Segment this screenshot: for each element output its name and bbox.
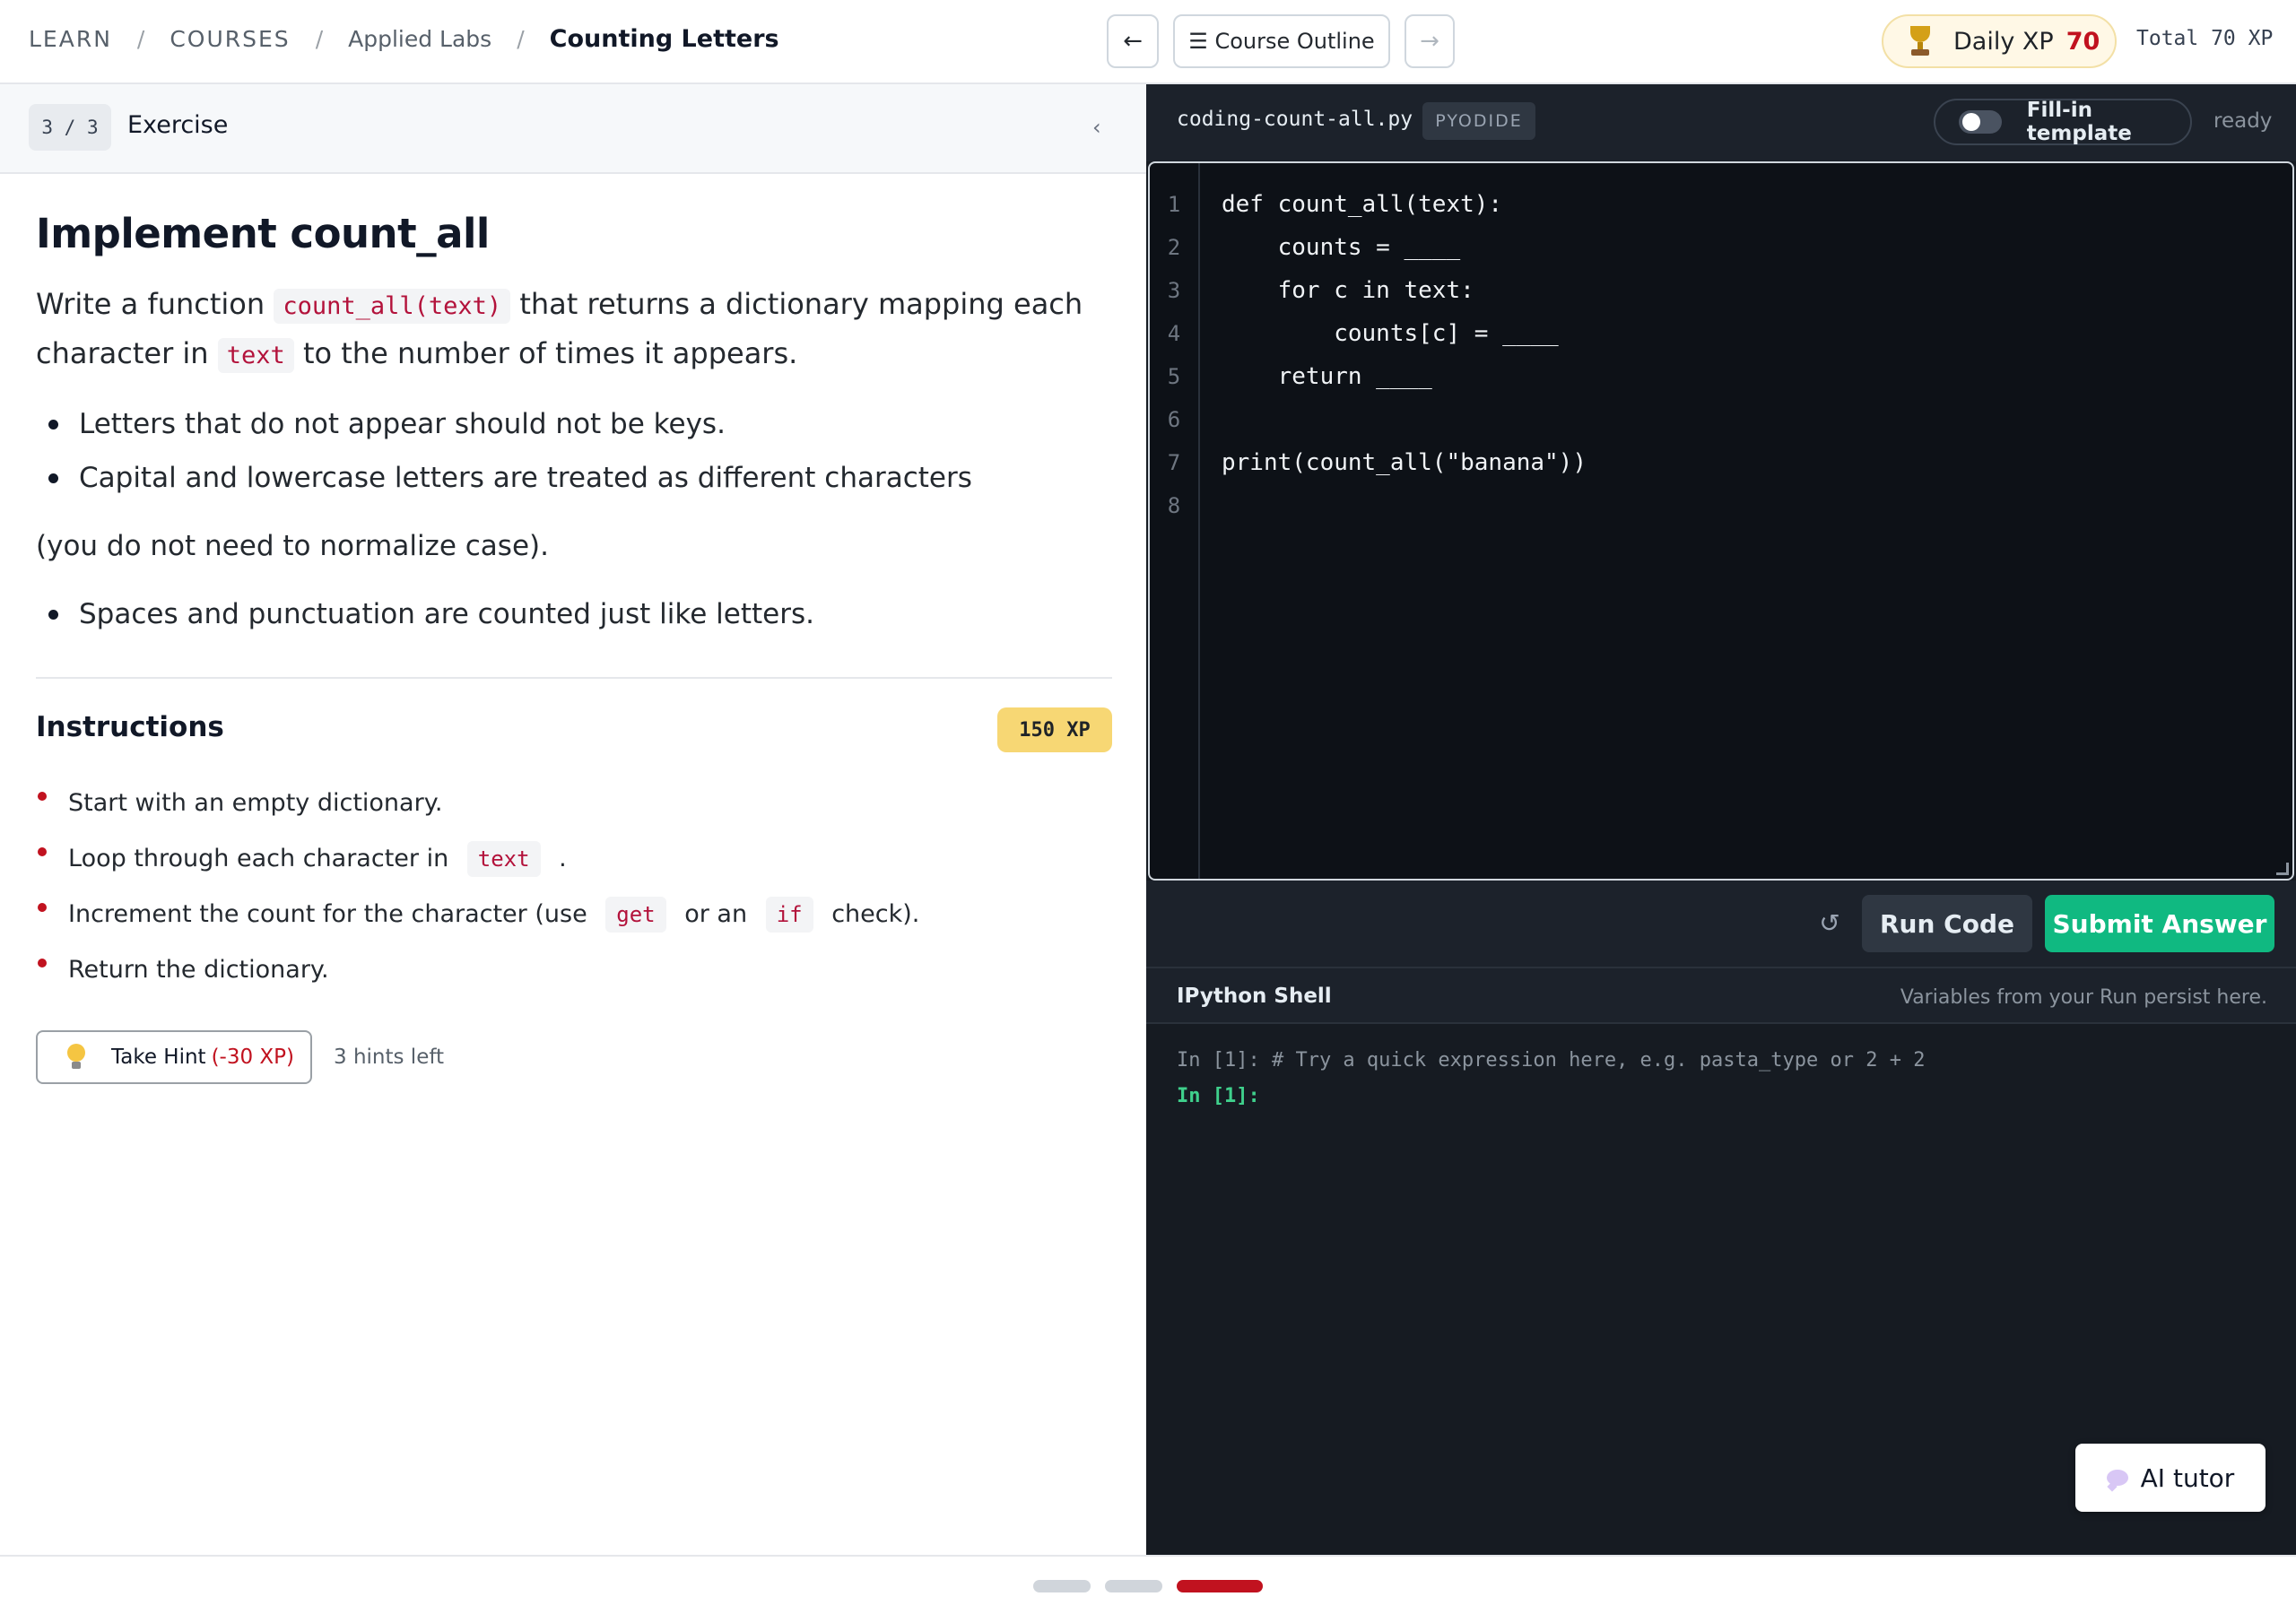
arrow-right-icon: → [1420, 28, 1439, 55]
ai-tutor-button[interactable]: AI tutor [2075, 1444, 2266, 1512]
progress-footer [0, 1555, 2296, 1614]
toggle-label: Fill-in template [2026, 99, 2132, 145]
breadcrumb: LEARN / COURSES / Applied Labs / Countin… [29, 25, 779, 53]
editor-filename[interactable]: coding-count-all.py [1177, 108, 1413, 131]
hints-left: 3 hints left [334, 1046, 445, 1069]
daily-xp-pill: Daily XP 70 [1882, 14, 2117, 68]
paragraph: (you do not need to normalize case). [36, 530, 549, 562]
code-line[interactable]: return ____ [1222, 355, 1587, 398]
exercise-title: Implement count_all [36, 210, 490, 257]
previous-exercise-button[interactable]: ← [1107, 14, 1159, 68]
requirements-list: Letters that do not appear should not be… [36, 397, 1112, 505]
line-number: 2 [1167, 235, 1181, 260]
resize-handle-icon[interactable] [2276, 863, 2289, 875]
requirements-list: Spaces and punctuation are counted just … [36, 587, 1112, 641]
breadcrumb-learn[interactable]: LEARN [29, 26, 112, 52]
inline-code: text [466, 841, 541, 877]
instruction-step: Start with an empty dictionary. [36, 776, 1112, 831]
hint-row: Take Hint (-30 XP) 3 hints left [36, 1030, 1112, 1084]
toggle-switch[interactable] [1959, 110, 2002, 134]
inline-code: get [605, 897, 666, 933]
course-outline-button[interactable]: ☰ Course Outline [1173, 14, 1390, 68]
total-xp: Total 70 XP [2136, 27, 2274, 50]
exercise-content: Implement count_all Write a function cou… [36, 210, 1112, 1084]
line-number: 8 [1167, 493, 1181, 518]
shell-title: IPython Shell [1177, 985, 1332, 1008]
submit-answer-button[interactable]: Submit Answer [2045, 895, 2274, 952]
runtime-badge: PYODIDE [1422, 102, 1535, 140]
inline-code: text [217, 338, 294, 373]
collapse-panel-icon[interactable]: ‹ [1092, 115, 1101, 140]
progress-segment[interactable] [1177, 1580, 1263, 1592]
daily-xp-value: 70 [2066, 27, 2100, 56]
line-number: 1 [1167, 192, 1181, 217]
take-hint-button[interactable]: Take Hint (-30 XP) [36, 1030, 312, 1084]
code-line[interactable]: counts[c] = ____ [1222, 312, 1587, 355]
line-number: 6 [1167, 407, 1181, 432]
ipython-shell[interactable]: In [1]: # Try a quick expression here, e… [1146, 1024, 2296, 1555]
list-item: Capital and lowercase letters are treate… [36, 451, 1112, 505]
editor-actions: ↺ Run Code Submit Answer [1146, 881, 2296, 967]
next-exercise-button[interactable]: → [1405, 14, 1455, 68]
breadcrumb-current: Counting Letters [549, 25, 779, 53]
instructions-title: Instructions [36, 711, 224, 743]
code-line[interactable]: counts = ____ [1222, 226, 1587, 269]
arrow-left-icon: ← [1123, 28, 1143, 55]
editor-status: ready [2213, 109, 2273, 133]
code-editor[interactable]: 1 2 3 4 5 6 7 8 def count_all(text): counts = _… [1148, 161, 2294, 881]
code-line[interactable]: for c in text: [1222, 269, 1587, 312]
code-line[interactable] [1222, 398, 1587, 441]
instructions-list: Start with an empty dictionary. Loop thr… [36, 776, 1112, 998]
line-number: 4 [1167, 321, 1181, 346]
line-number: 5 [1167, 364, 1181, 389]
editor-panel: coding-count-all.py PYODIDE Fill-in temp… [1146, 84, 2296, 1555]
instructions-header: Instructions 150 XP [36, 679, 1112, 768]
instruction-step: Loop through each character in text . [36, 831, 1112, 887]
line-number: 7 [1167, 450, 1181, 475]
chat-bubble-icon [2106, 1470, 2128, 1486]
line-number-gutter: 1 2 3 4 5 6 7 8 [1150, 163, 1200, 879]
code-area[interactable]: def count_all(text): counts = ____ for c… [1222, 183, 1587, 527]
inline-code: if [765, 897, 813, 933]
breadcrumb-separator: / [136, 26, 145, 52]
hint-cost: (-30 XP) [211, 1046, 295, 1069]
breadcrumb-separator: / [315, 26, 324, 52]
exercise-counter: 3 / 3 [29, 104, 111, 151]
progress-segment[interactable] [1105, 1580, 1162, 1592]
trophy-icon [1907, 26, 1934, 56]
breadcrumb-course[interactable]: Applied Labs [348, 26, 491, 52]
top-bar: LEARN / COURSES / Applied Labs / Countin… [0, 0, 2296, 84]
exercise-header: 3 / 3 Exercise ‹ [0, 84, 1146, 174]
breadcrumb-separator: / [517, 26, 525, 52]
exercise-description: Write a function count_all(text) that re… [36, 281, 1112, 379]
shell-note: Variables from your Run persist here. [1900, 986, 2267, 1009]
instruction-step: Increment the count for the character (u… [36, 887, 1112, 942]
exercise-panel: 3 / 3 Exercise ‹ Implement count_all Wri… [0, 84, 1146, 1555]
fill-in-template-toggle[interactable]: Fill-in template [1934, 99, 2192, 145]
daily-xp-label: Daily XP [1953, 27, 2054, 56]
code-line[interactable]: def count_all(text): [1222, 183, 1587, 226]
list-item: Spaces and punctuation are counted just … [36, 587, 1112, 641]
hint-label: Take Hint [111, 1046, 206, 1069]
shell-header: IPython Shell Variables from your Run pe… [1146, 967, 2296, 1024]
shell-prompt[interactable]: In [1]: [1177, 1085, 1260, 1107]
breadcrumb-courses[interactable]: COURSES [170, 26, 290, 52]
instruction-step: Return the dictionary. [36, 942, 1112, 998]
lightbulb-icon [66, 1044, 86, 1071]
reset-code-icon[interactable]: ↺ [1812, 906, 1848, 941]
progress-segment[interactable] [1033, 1580, 1091, 1592]
inline-code: count_all(text) [274, 289, 511, 324]
code-line[interactable] [1222, 484, 1587, 527]
shell-history-line: In [1]: # Try a quick expression here, e… [1177, 1049, 1926, 1072]
xp-badge: 150 XP [997, 707, 1112, 752]
code-line[interactable]: print(count_all("banana")) [1222, 441, 1587, 484]
list-item: Letters that do not appear should not be… [36, 397, 1112, 451]
editor-header: coding-count-all.py PYODIDE Fill-in temp… [1146, 84, 2296, 161]
run-code-button[interactable]: Run Code [1862, 895, 2032, 952]
ai-tutor-label: AI tutor [2140, 1462, 2235, 1493]
exercise-type: Exercise [127, 111, 229, 139]
line-number: 3 [1167, 278, 1181, 303]
